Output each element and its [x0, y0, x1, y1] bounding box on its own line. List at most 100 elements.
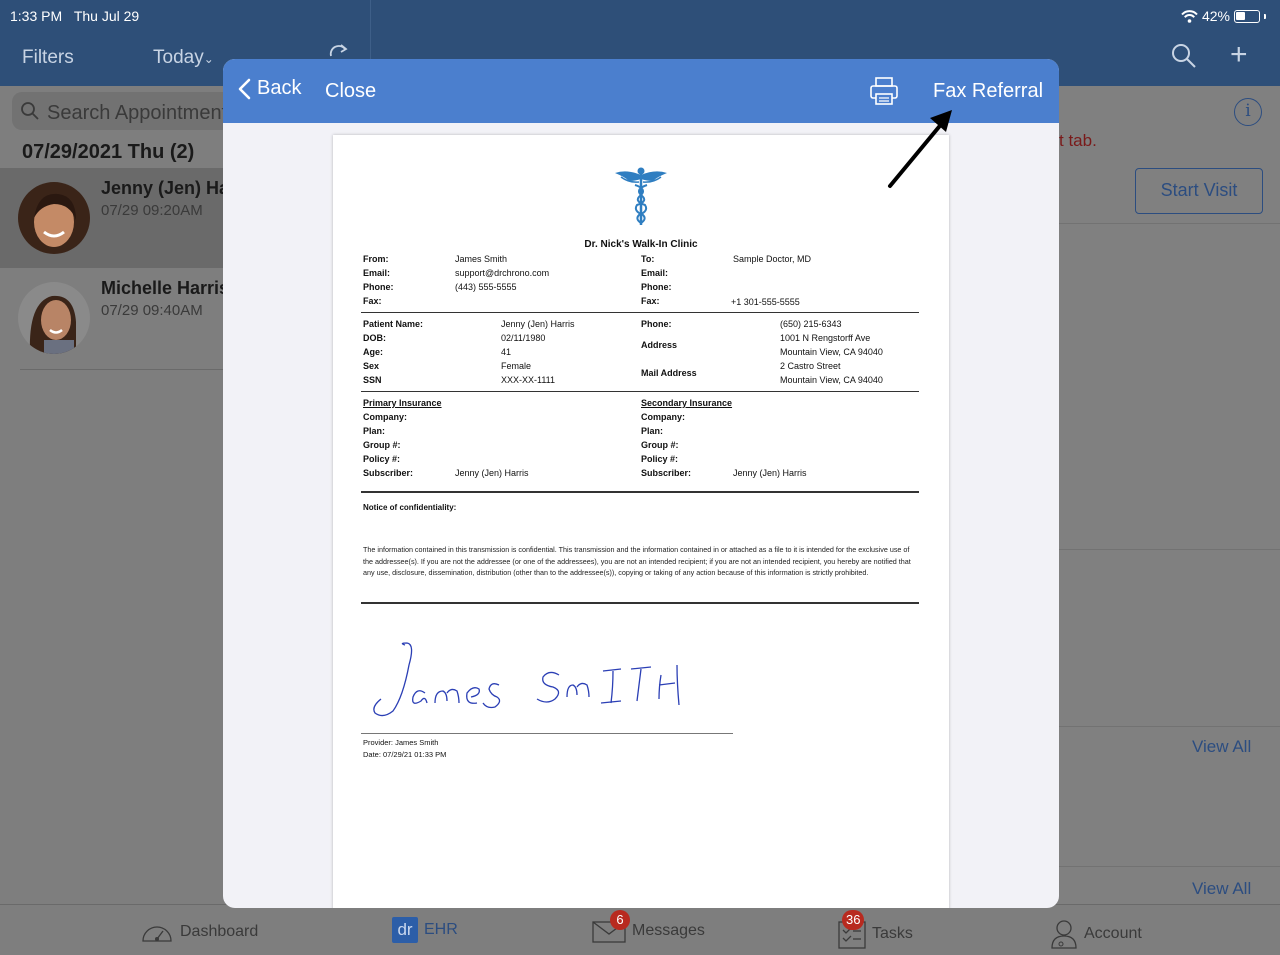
subscriber-label: Subscriber:	[363, 468, 414, 478]
tab-dashboard[interactable]: Dashboard	[140, 919, 258, 945]
view-all-link[interactable]: View All	[1192, 737, 1251, 757]
notice-title: Notice of confidentiality:	[363, 503, 457, 512]
tasks-badge: 36	[842, 910, 865, 930]
battery-tip	[1264, 13, 1266, 19]
mail-address-line-2: Mountain View, CA 94040	[780, 375, 883, 385]
ssn-label: SSN	[363, 375, 382, 385]
address-line-1: 1001 N Rengstorff Ave	[780, 333, 871, 343]
to-email-label: Email:	[641, 268, 669, 278]
battery-icon	[1234, 9, 1260, 23]
company-label: Company:	[641, 412, 686, 422]
mail-address-label: Mail Address	[641, 368, 697, 378]
signature-line	[361, 733, 733, 734]
tab-label: Dashboard	[180, 923, 259, 940]
policy-label: Policy #:	[641, 454, 679, 464]
dashboard-icon	[142, 926, 172, 942]
plan-label: Plan:	[641, 426, 664, 436]
avatar	[18, 182, 90, 254]
appointment-time: 07/29 09:40AM	[101, 302, 203, 319]
doc-rule	[361, 312, 919, 313]
start-visit-button[interactable]: Start Visit	[1135, 168, 1263, 214]
tab-label: Messages	[632, 922, 705, 939]
status-bar: 1:33 PM Thu Jul 29 42%	[0, 0, 1280, 30]
chevron-left-icon	[238, 78, 251, 99]
fax-referral-button[interactable]: Fax Referral	[933, 80, 1043, 103]
info-icon[interactable]: i	[1234, 98, 1262, 126]
email-value: support@drchrono.com	[455, 268, 550, 278]
warning-text: t tab.	[1059, 131, 1097, 150]
ehr-icon: dr	[392, 917, 418, 943]
status-time: 1:33 PM Thu Jul 29	[10, 8, 140, 24]
dob-value: 02/11/1980	[501, 333, 546, 343]
sex-label: Sex	[363, 361, 380, 371]
doc-rule	[361, 391, 919, 392]
doc-rule	[361, 602, 919, 604]
notice-text: The information contained in this transm…	[363, 545, 911, 577]
close-button[interactable]: Close	[325, 80, 376, 103]
address-label: Address	[641, 340, 678, 350]
plan-label: Plan:	[363, 426, 386, 436]
tab-label: Tasks	[872, 925, 913, 942]
wifi-icon	[1181, 9, 1198, 23]
tab-label: EHR	[424, 921, 458, 938]
mail-address-line-1: 2 Castro Street	[780, 361, 841, 371]
patient-name-label: Patient Name:	[363, 319, 424, 329]
patient-name: Michelle Harris	[101, 278, 230, 298]
secondary-insurance-heading: Secondary Insurance	[641, 398, 733, 408]
tab-messages[interactable]: Messages	[592, 919, 705, 943]
to-value: Sample Doctor, MD	[733, 254, 812, 264]
view-all-link[interactable]: View All	[1192, 879, 1251, 899]
phone-label: Phone:	[363, 282, 394, 292]
arrow-annotation-icon	[888, 110, 952, 188]
patient-name-value: Jenny (Jen) Harris	[501, 319, 575, 329]
today-label: Today	[153, 47, 204, 68]
address-line-2: Mountain View, CA 94040	[780, 347, 883, 357]
status-right: 42%	[1181, 8, 1266, 24]
date-line: Date: 07/29/21 01:33 PM	[363, 750, 447, 759]
to-label: To:	[641, 254, 655, 264]
add-icon[interactable]: +	[1230, 40, 1248, 70]
chevron-down-icon: ⌄	[203, 52, 214, 66]
back-button[interactable]: Back	[237, 77, 301, 100]
avatar	[18, 282, 90, 354]
doc-rule	[361, 491, 919, 493]
age-label: Age:	[363, 347, 383, 357]
handwritten-signature	[373, 642, 680, 717]
print-icon[interactable]	[868, 75, 900, 107]
caduceus-logo	[615, 167, 667, 225]
sex-value: Female	[501, 361, 532, 371]
subscriber-value: Jenny (Jen) Harris	[455, 468, 529, 478]
fax-label: Fax:	[363, 296, 382, 306]
ssn-value: XXX-XX-1111	[501, 375, 556, 385]
policy-label: Policy #:	[363, 454, 401, 464]
appointment-time: 07/29 09:20AM	[101, 202, 203, 219]
clinic-name: Dr. Nick's Walk-In Clinic	[584, 239, 698, 250]
group-label: Group #:	[641, 440, 679, 450]
patient-phone-label: Phone:	[641, 319, 672, 329]
from-value: James Smith	[455, 254, 508, 264]
subscriber-label: Subscriber:	[641, 468, 692, 478]
filters-button[interactable]: Filters	[22, 47, 74, 69]
search-icon[interactable]	[1170, 42, 1198, 70]
search-icon	[21, 102, 39, 120]
subscriber-value: Jenny (Jen) Harris	[733, 468, 807, 478]
back-label: Back	[257, 77, 302, 99]
today-dropdown[interactable]: Today⌄	[153, 47, 214, 69]
tab-account[interactable]: Account	[1050, 919, 1142, 949]
date-header: 07/29/2021 Thu (2)	[22, 141, 195, 163]
email-label: Email:	[363, 268, 391, 278]
phone-value: (443) 555-5555	[455, 282, 517, 292]
to-fax-label: Fax:	[641, 296, 660, 306]
battery-percent: 42%	[1201, 8, 1230, 24]
age-value: 41	[501, 347, 512, 357]
referral-document: Dr. Nick's Walk-In Clinic From: James Sm…	[333, 135, 949, 908]
company-label: Company:	[363, 412, 408, 422]
search-placeholder: Search Appointments	[47, 102, 238, 124]
messages-badge: 6	[610, 910, 630, 930]
patient-phone-value: (650) 215-6343	[780, 319, 842, 329]
account-icon	[1051, 920, 1077, 949]
primary-insurance-heading: Primary Insurance	[363, 398, 442, 408]
dob-label: DOB:	[363, 333, 386, 343]
to-fax-value: +1 301-555-5555	[731, 297, 800, 307]
tab-ehr[interactable]: dr EHR	[392, 917, 458, 943]
